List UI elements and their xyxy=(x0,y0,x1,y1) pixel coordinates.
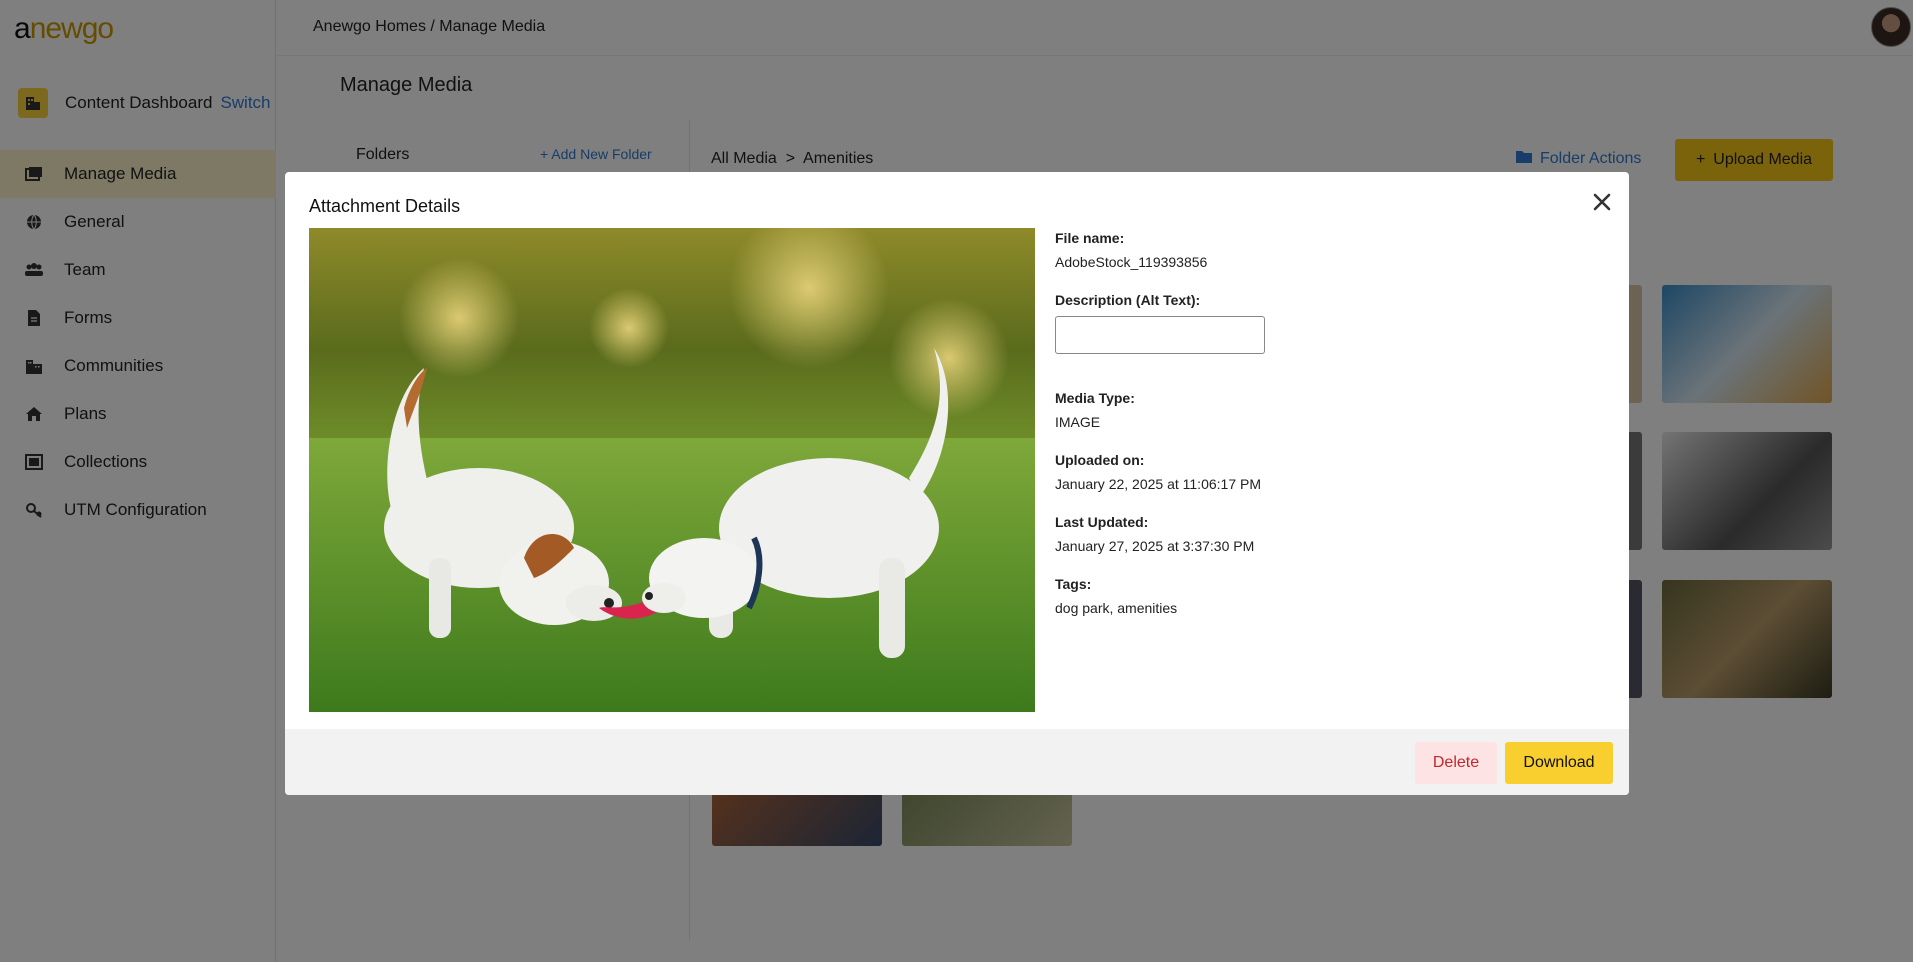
file-name-value: AdobeStock_119393856 xyxy=(1055,254,1208,270)
media-type-value: IMAGE xyxy=(1055,414,1101,430)
uploaded-on-value: January 22, 2025 at 11:06:17 PM xyxy=(1055,476,1261,492)
modal-footer: Delete Download xyxy=(285,729,1629,795)
modal-title: Attachment Details xyxy=(309,196,461,216)
close-button[interactable] xyxy=(1590,190,1614,214)
alt-text-label: Description (Alt Text): xyxy=(1055,292,1201,308)
uploaded-on-label: Uploaded on: xyxy=(1055,452,1145,468)
file-name-label: File name: xyxy=(1055,230,1125,246)
tags-value: dog park, amenities xyxy=(1055,600,1178,616)
tags-label: Tags: xyxy=(1055,576,1092,592)
alt-text-input[interactable] xyxy=(1055,316,1265,354)
delete-button[interactable]: Delete xyxy=(1415,742,1497,784)
last-updated-label: Last Updated: xyxy=(1055,514,1149,530)
media-type-label: Media Type: xyxy=(1055,390,1135,406)
attachment-details-modal: Attachment Details File name: AdobeStock… xyxy=(285,172,1629,795)
attachment-details: File name: AdobeStock_119393856 Descript… xyxy=(1055,230,1575,638)
image-preview xyxy=(309,228,1035,712)
download-button[interactable]: Download xyxy=(1505,742,1613,784)
last-updated-value: January 27, 2025 at 3:37:30 PM xyxy=(1055,538,1255,554)
close-icon xyxy=(1593,193,1611,211)
